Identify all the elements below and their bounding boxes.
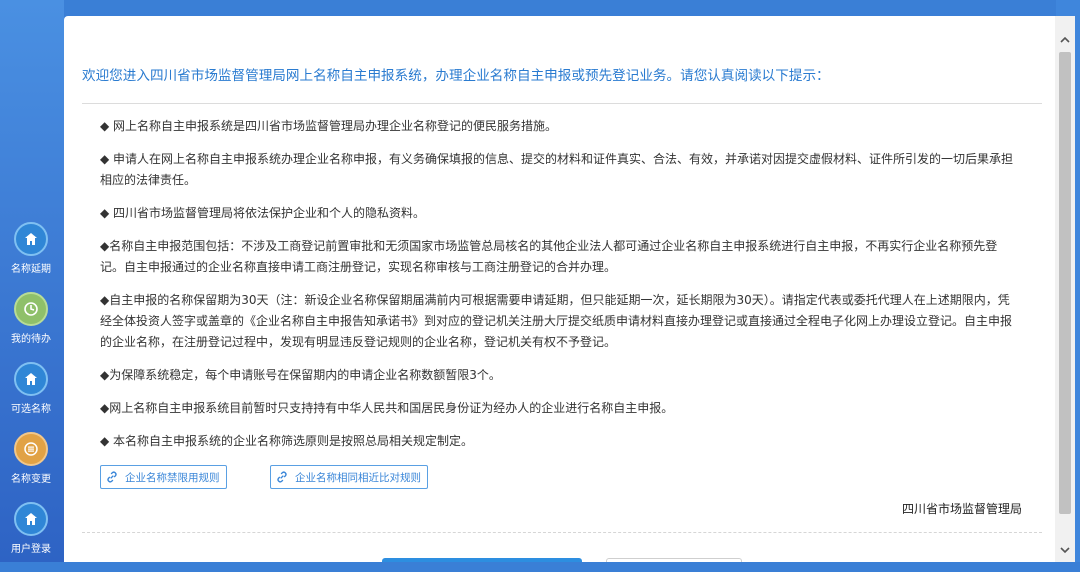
link-label: 企业名称相同相近比对规则 [295,471,421,484]
sidebar-item-label: 名称延期 [11,264,51,275]
sidebar-item-my-todo[interactable]: 我的待办 [0,292,62,362]
sidebar-item-name-extension[interactable]: 名称延期 [0,222,62,292]
scroll-down-button[interactable] [1055,540,1075,560]
chevron-down-icon [1060,547,1070,554]
notice-dialog: 欢迎您进入四川省市场监督管理局网上名称自主申报系统，办理企业名称自主申报或预先登… [64,16,1060,562]
house-icon [14,222,48,256]
house-icon [14,362,48,396]
clock-icon [14,292,48,326]
signature: 四川省市场监督管理局 [901,502,1022,516]
intro-text: 欢迎您进入四川省市场监督管理局网上名称自主申报系统，办理企业名称自主申报或预先登… [82,68,830,84]
cancel-button[interactable] [606,558,742,562]
sidebar-item-name-change[interactable]: 名称变更 [0,432,62,502]
sidebar-item-label: 用户登录 [11,544,51,555]
divider [82,103,1042,104]
notice-item: ◆名称自主申报范围包括：不涉及工商登记前置审批和无须国家市场监管总局核名的其他企… [100,239,998,274]
confirm-button[interactable] [382,558,582,562]
notice-list: ◆ 网上名称自主申报系统是四川省市场监督管理局办理企业名称登记的便民服务措施。 … [100,116,1020,464]
house-icon [14,502,48,536]
link-icon [107,471,117,483]
sidebar-item-label: 我的待办 [11,334,51,345]
notice-item: ◆自主申报的名称保留期为30天（注：新设企业名称保留期届满前内可根据需要申请延期… [100,293,1013,349]
sidebar-item-available-names[interactable]: 可选名称 [0,362,62,432]
notice-item: ◆为保障系统稳定，每个申请账号在保留期内的申请企业名称数额暂限3个。 [100,368,501,382]
sidebar-item-label: 名称变更 [11,474,51,485]
prohibited-names-rule-link[interactable]: 企业名称禁限用规则 [100,465,227,489]
scroll-up-button[interactable] [1055,30,1075,50]
link-label: 企业名称禁限用规则 [125,471,220,484]
divider [82,532,1042,533]
sidebar-item-label: 可选名称 [11,404,51,415]
notice-item: ◆ 申请人在网上名称自主申报系统办理企业名称申报，有义务确保填报的信息、提交的材… [100,152,1014,187]
notice-item: ◆网上名称自主申报系统目前暂时只支持持有中华人民共和国居民身份证为经办人的企业进… [100,401,674,415]
scrollbar[interactable] [1055,16,1075,562]
notice-item: ◆ 网上名称自主申报系统是四川省市场监督管理局办理企业名称登记的便民服务措施。 [100,119,558,133]
list-icon [14,432,48,466]
notice-item: ◆ 本名称自主申报系统的企业名称筛选原则是按照总局相关规定制定。 [100,434,474,448]
notice-item: ◆ 四川省市场监督管理局将依法保护企业和个人的隐私资料。 [100,206,426,220]
link-icon [277,471,287,483]
chevron-up-icon [1060,36,1070,43]
similar-names-rule-link[interactable]: 企业名称相同相近比对规则 [270,465,428,489]
scroll-thumb[interactable] [1059,52,1071,514]
sidebar: 名称延期 我的待办 可选名称 名称变更 用户登录 [0,222,62,572]
